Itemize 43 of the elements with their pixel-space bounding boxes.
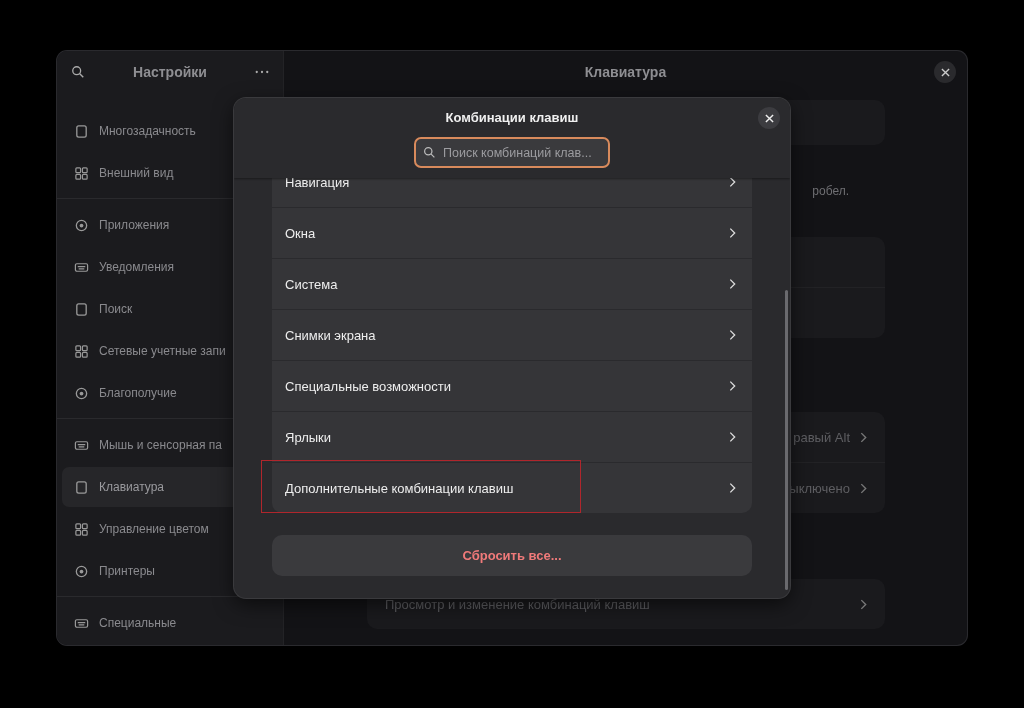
search-icon[interactable] xyxy=(71,65,85,79)
category-row[interactable]: Окна xyxy=(272,208,752,259)
category-icon xyxy=(74,479,89,495)
chevron-icon xyxy=(729,227,736,239)
sidebar-item[interactable]: Многозадачность xyxy=(62,111,278,151)
category-icon xyxy=(74,385,89,401)
category-row[interactable]: Специальные возможности xyxy=(272,361,752,412)
setting-value[interactable]: ыключено xyxy=(789,480,850,496)
chevron-icon xyxy=(860,431,867,443)
category-icon xyxy=(74,123,89,139)
category-icon xyxy=(74,563,89,579)
page-title: Клавиатура xyxy=(584,64,667,80)
sidebar-item[interactable]: Специальные xyxy=(62,603,278,643)
dialog-title: Комбинации клавиш xyxy=(445,110,579,125)
chevron-icon xyxy=(860,598,867,610)
menu-icon[interactable] xyxy=(255,70,269,74)
chevron-icon xyxy=(729,278,736,290)
sidebar-title: Настройки xyxy=(133,64,207,80)
category-row[interactable]: Ярлыки xyxy=(272,412,752,463)
close-icon xyxy=(764,113,774,123)
search-field[interactable]: Поиск комбинаций клав... xyxy=(414,137,610,168)
chevron-icon xyxy=(729,431,736,443)
category-icon xyxy=(74,165,89,181)
chevron-icon xyxy=(729,380,736,392)
category-icon xyxy=(74,343,89,359)
category-row[interactable]: Снимки экрана xyxy=(272,310,752,361)
close-button[interactable] xyxy=(758,107,780,129)
chevron-icon xyxy=(729,329,736,341)
category-row[interactable]: Навигация xyxy=(272,178,752,208)
chevron-icon xyxy=(729,178,736,188)
category-icon xyxy=(74,521,89,537)
setting-value[interactable]: равый Alt xyxy=(793,429,850,445)
category-row[interactable]: Система xyxy=(272,259,752,310)
reset-button[interactable]: Сбросить все... xyxy=(272,535,752,576)
chevron-icon xyxy=(860,482,867,494)
description-text: робел. xyxy=(812,184,849,198)
close-button[interactable] xyxy=(934,61,956,83)
chevron-icon xyxy=(729,482,736,494)
scrollbar[interactable] xyxy=(785,290,788,590)
close-icon xyxy=(940,67,950,77)
search-icon xyxy=(423,146,436,159)
category-icon xyxy=(74,301,89,317)
category-icon xyxy=(74,217,89,233)
